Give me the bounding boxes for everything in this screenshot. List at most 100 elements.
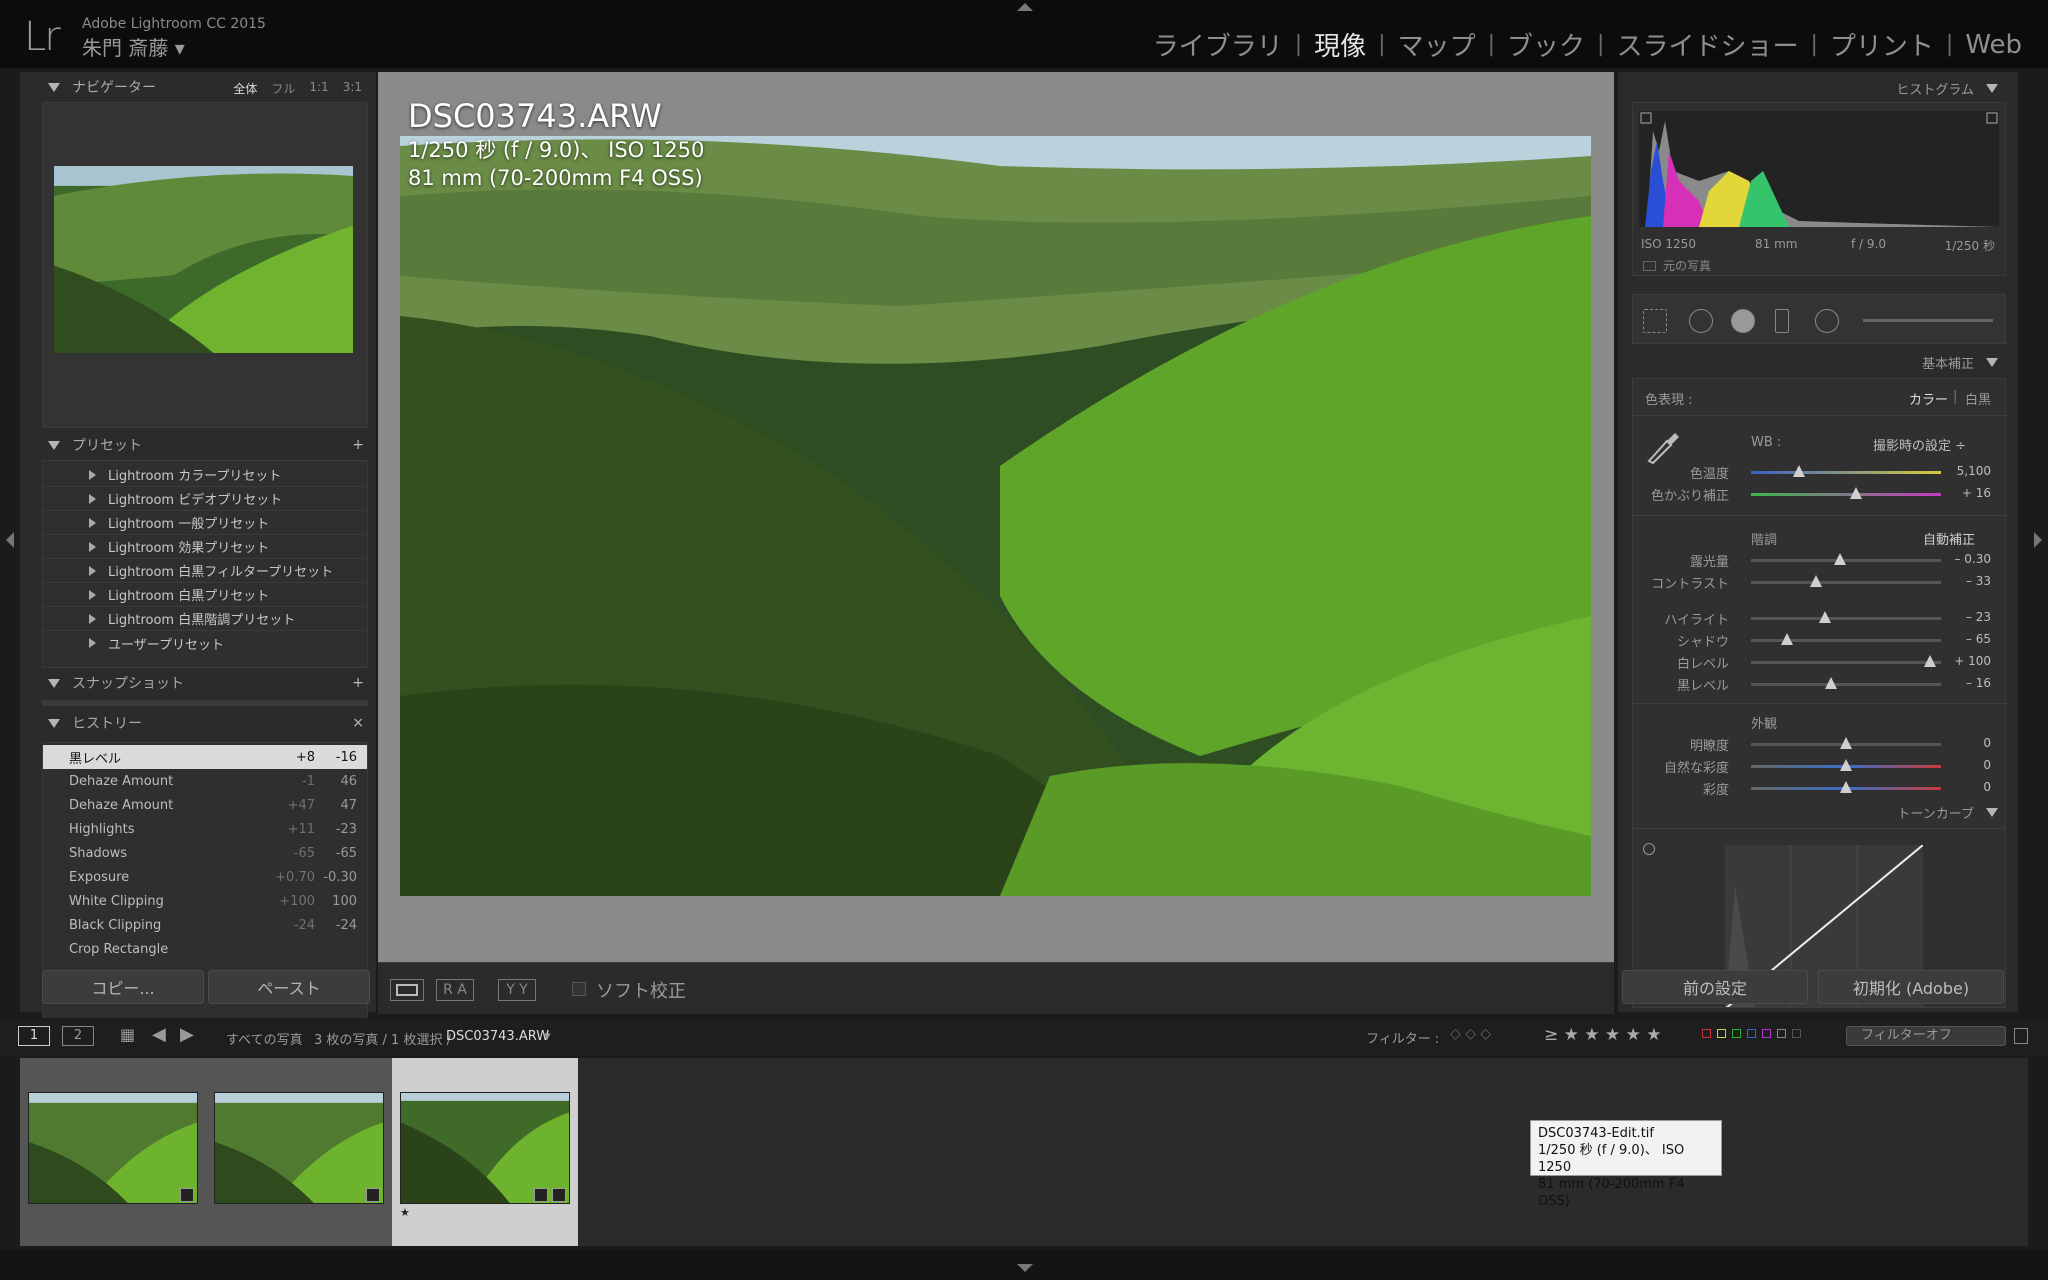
history-row[interactable]: Shadows -65 -65 xyxy=(43,841,367,865)
slider-knob[interactable] xyxy=(1781,633,1794,645)
main-photo[interactable] xyxy=(400,136,1591,896)
slider-knob[interactable] xyxy=(1849,487,1862,499)
no-label-icon[interactable] xyxy=(1792,1029,1801,1038)
blacks-slider[interactable] xyxy=(1751,677,1941,689)
slider-knob[interactable] xyxy=(1834,553,1847,565)
back-arrow-icon[interactable]: ◀ xyxy=(152,1024,166,1045)
history-row[interactable]: Highlights +11 -23 xyxy=(43,817,367,841)
filter-lock-icon[interactable] xyxy=(2014,1028,2028,1044)
add-snapshot-icon[interactable]: + xyxy=(352,675,364,691)
tone-curve-header[interactable]: トーンカーブ xyxy=(1618,798,2008,826)
preset-folder[interactable]: ユーザープリセット xyxy=(43,631,369,655)
module-print[interactable]: プリント xyxy=(1818,26,1946,63)
exposure-slider[interactable] xyxy=(1751,553,1941,565)
filmstrip-thumbnail-selected[interactable]: ★ xyxy=(392,1058,578,1246)
navigator-header[interactable]: ナビゲーター 全体 フル 1:1 3:1 xyxy=(20,72,376,102)
slider-value-temp[interactable]: 5,100 xyxy=(1957,464,1991,478)
slider-value-shadows[interactable]: – 65 xyxy=(1966,632,1991,646)
collapse-bottom-arrow-icon[interactable] xyxy=(1017,1264,1033,1272)
navigator-thumbnail[interactable] xyxy=(54,166,353,353)
slider-knob[interactable] xyxy=(1840,737,1852,749)
paste-settings-button[interactable]: ペースト xyxy=(208,970,370,1004)
history-row[interactable]: Exposure +0.70 -0.30 xyxy=(43,865,367,889)
zoom-1-1[interactable]: 1:1 xyxy=(309,80,328,97)
color-label-filter[interactable] xyxy=(1702,1029,1801,1038)
rating-filter[interactable]: ≥ ★ ★ ★ ★ ★ xyxy=(1544,1025,1661,1045)
grid-view-icon[interactable]: ▦ xyxy=(120,1026,138,1044)
crop-tool-icon[interactable] xyxy=(1643,309,1667,333)
filter-preset-select[interactable]: フィルターオフ xyxy=(1846,1026,2006,1046)
module-book[interactable]: ブック xyxy=(1495,26,1597,63)
slider-value-vibrance[interactable]: 0 xyxy=(1983,758,1991,772)
slider-value-clarity[interactable]: 0 xyxy=(1983,736,1991,750)
previous-settings-button[interactable]: 前の設定 xyxy=(1622,970,1808,1004)
spot-removal-icon[interactable] xyxy=(1689,309,1713,333)
radial-filter-icon[interactable] xyxy=(1815,309,1839,333)
add-preset-icon[interactable]: + xyxy=(352,437,364,453)
slider-value-saturation[interactable]: 0 xyxy=(1983,780,1991,794)
copy-settings-button[interactable]: コピー... xyxy=(42,970,204,1004)
wb-eyedropper-icon[interactable] xyxy=(1643,427,1683,467)
preset-folder[interactable]: Lightroom ビデオプリセット xyxy=(43,487,369,511)
slider-knob[interactable] xyxy=(1840,759,1852,771)
snapshots-header[interactable]: スナップショット + xyxy=(20,668,376,698)
forward-arrow-icon[interactable]: ▶ xyxy=(180,1024,194,1045)
history-row[interactable]: White Clipping +100 100 xyxy=(43,889,367,913)
flag-filter-icon[interactable]: ◇ ◇ ◇ xyxy=(1450,1026,1491,1042)
histogram-graph[interactable] xyxy=(1639,111,1999,227)
green-label-icon[interactable] xyxy=(1732,1029,1741,1038)
window-2-button[interactable]: 2 xyxy=(62,1026,94,1046)
current-file-label[interactable]: DSC03743.ARW xyxy=(446,1029,549,1044)
identity-plate[interactable]: 朱門 斎藤 ▾ xyxy=(82,32,185,61)
collapse-right-arrow-icon[interactable] xyxy=(2034,532,2042,548)
slider-knob[interactable] xyxy=(1840,781,1852,793)
filmstrip-thumbnail[interactable] xyxy=(20,1058,206,1246)
graduated-filter-icon[interactable] xyxy=(1775,309,1789,333)
red-label-icon[interactable] xyxy=(1702,1029,1711,1038)
module-map[interactable]: マップ xyxy=(1386,26,1488,63)
preset-folder[interactable]: Lightroom 効果プリセット xyxy=(43,535,369,559)
slider-knob[interactable] xyxy=(1824,677,1837,689)
history-row[interactable]: Black Clipping -24 -24 xyxy=(43,913,367,937)
preset-folder[interactable]: Lightroom 白黒プリセット xyxy=(43,583,369,607)
contrast-slider[interactable] xyxy=(1751,575,1941,587)
brush-size-slider[interactable] xyxy=(1863,319,1993,322)
vibrance-slider[interactable] xyxy=(1751,759,1941,771)
preset-folder[interactable]: Lightroom 一般プリセット xyxy=(43,511,369,535)
auto-tone-button[interactable]: 自動補正 xyxy=(1923,529,1975,548)
whites-slider[interactable] xyxy=(1751,655,1941,667)
original-photo-checkbox[interactable] xyxy=(1643,261,1656,271)
purple-label-icon[interactable] xyxy=(1762,1029,1771,1038)
zoom-fit[interactable]: 全体 xyxy=(233,80,257,97)
history-row[interactable]: Crop Rectangle xyxy=(43,937,367,961)
history-row[interactable]: Dehaze Amount -1 46 xyxy=(43,769,367,793)
preset-folder[interactable]: Lightroom カラープリセット xyxy=(43,463,369,487)
clear-history-icon[interactable]: × xyxy=(352,715,364,731)
window-1-button[interactable]: 1 xyxy=(18,1026,50,1046)
soft-proof-checkbox[interactable] xyxy=(572,982,586,996)
slider-value-highlights[interactable]: – 23 xyxy=(1966,610,1991,624)
saturation-slider[interactable] xyxy=(1751,781,1941,793)
slider-knob[interactable] xyxy=(1819,611,1832,623)
temp-slider[interactable] xyxy=(1751,465,1941,477)
basic-header[interactable]: 基本補正 xyxy=(1618,348,2008,376)
source-label[interactable]: すべての写真 xyxy=(226,1029,303,1048)
history-row[interactable]: Dehaze Amount +47 47 xyxy=(43,793,367,817)
zoom-fill[interactable]: フル xyxy=(271,80,295,97)
slider-value-blacks[interactable]: – 16 xyxy=(1966,676,1991,690)
clarity-slider[interactable] xyxy=(1751,737,1941,749)
highlights-slider[interactable] xyxy=(1751,611,1941,623)
slider-value-tint[interactable]: + 16 xyxy=(1962,486,1991,500)
zoom-3-1[interactable]: 3:1 xyxy=(343,80,362,97)
history-row[interactable]: 黒レベル +8 -16 xyxy=(43,745,367,769)
before-after-ra-button[interactable]: R A xyxy=(436,979,474,1001)
preset-folder[interactable]: Lightroom 白黒フィルタープリセット xyxy=(43,559,369,583)
preset-folder[interactable]: Lightroom 白黒階調プリセット xyxy=(43,607,369,631)
slider-knob[interactable] xyxy=(1792,465,1805,477)
module-slideshow[interactable]: スライドショー xyxy=(1604,26,1810,63)
slider-value-whites[interactable]: + 100 xyxy=(1954,654,1991,668)
shadows-slider[interactable] xyxy=(1751,633,1941,645)
tint-slider[interactable] xyxy=(1751,487,1941,499)
treatment-color-button[interactable]: カラー xyxy=(1909,389,1948,408)
blue-label-icon[interactable] xyxy=(1747,1029,1756,1038)
